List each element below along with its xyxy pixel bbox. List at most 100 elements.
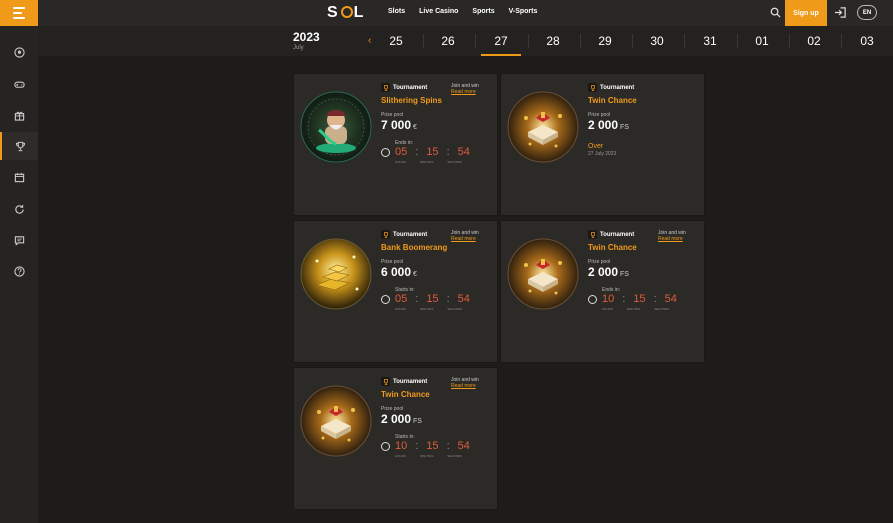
- tournament-image[interactable]: [299, 384, 373, 458]
- calendar-icon: [14, 172, 24, 182]
- date-separator: [423, 34, 424, 48]
- nav-slots[interactable]: Slots: [388, 8, 405, 15]
- menu-button[interactable]: [0, 0, 38, 26]
- date-item[interactable]: 25: [375, 34, 417, 48]
- trophy-icon: [15, 141, 25, 151]
- tournament-card[interactable]: Tournament Join and win Read more Slithe…: [293, 73, 498, 216]
- tournament-image[interactable]: [299, 237, 373, 311]
- search-icon[interactable]: [770, 7, 781, 18]
- timer-colon: :: [653, 293, 657, 305]
- prize-currency: FS: [620, 124, 629, 131]
- prize-pool-value: 2 000 FS: [588, 118, 629, 132]
- date-separator: [632, 34, 633, 48]
- timer-minutes: 15: [633, 293, 646, 305]
- tournament-image[interactable]: [506, 90, 580, 164]
- logo[interactable]: SL: [327, 4, 365, 22]
- date-item[interactable]: 03: [846, 34, 888, 48]
- sidebar-item-history[interactable]: [0, 195, 38, 223]
- tournament-card[interactable]: Tournament Join and win Read more Bank B…: [293, 220, 498, 363]
- gamepad-icon: [13, 81, 25, 88]
- tournament-name[interactable]: Twin Chance: [588, 96, 637, 105]
- sidebar-item-tournaments[interactable]: [0, 132, 38, 160]
- prize-currency: €: [413, 271, 417, 278]
- nav-live-casino[interactable]: Live Casino: [419, 8, 458, 15]
- sidebar-item-games[interactable]: [0, 70, 38, 98]
- sign-up-button[interactable]: Sign up: [785, 0, 827, 26]
- prize-amount: 6 000: [381, 265, 412, 279]
- month-label: July: [293, 45, 304, 51]
- clock-icon: [381, 442, 390, 451]
- sidebar-item-sports[interactable]: [0, 38, 38, 66]
- prize-pool-value: 2 000 FS: [381, 412, 422, 426]
- date-item[interactable]: 28: [532, 34, 574, 48]
- timer-units: HOURS MINUTES SECONDS: [395, 160, 462, 164]
- date-item[interactable]: 01: [741, 34, 783, 48]
- tournament-badge: Tournament: [588, 83, 634, 92]
- sidebar-item-calendar[interactable]: [0, 163, 38, 191]
- nav-v-sports[interactable]: V-Sports: [509, 8, 538, 15]
- badge-label: Tournament: [600, 231, 635, 238]
- tournament-name[interactable]: Bank Boomerang: [381, 243, 447, 252]
- date-item[interactable]: 27: [480, 34, 522, 56]
- clock-icon: [588, 295, 597, 304]
- timer-values: 05: 15: 54: [395, 146, 470, 158]
- join-info: Join and win Read more: [658, 230, 686, 242]
- sidebar-item-promotions[interactable]: [0, 101, 38, 129]
- timer-colon: :: [446, 146, 450, 158]
- read-more-link[interactable]: Read more: [658, 236, 686, 242]
- date-item[interactable]: 31: [689, 34, 731, 48]
- timer-seconds: 54: [457, 293, 470, 305]
- prize-currency: FS: [413, 418, 422, 425]
- timer-values: 05: 15: 54: [395, 293, 470, 305]
- timer-hours: 05: [395, 293, 408, 305]
- date-item[interactable]: 26: [427, 34, 469, 48]
- badge-label: Tournament: [393, 378, 428, 385]
- sidebar: [0, 26, 38, 523]
- tournament-image[interactable]: [506, 237, 580, 311]
- trophy-icon: [588, 83, 597, 92]
- login-icon[interactable]: [834, 6, 847, 19]
- tournament-card[interactable]: Tournament Join and win Read more Twin C…: [500, 220, 705, 363]
- unit-seconds: SECONDS: [447, 454, 463, 458]
- trophy-icon: [381, 230, 390, 239]
- sidebar-item-chat[interactable]: [0, 226, 38, 254]
- clock-icon: [381, 295, 390, 304]
- top-bar: SL Slots Live Casino Sports V-Sports Sig…: [0, 0, 893, 26]
- read-more-link[interactable]: Read more: [451, 383, 479, 389]
- tournament-name[interactable]: Slithering Spins: [381, 96, 442, 105]
- tournament-card[interactable]: Tournament Join and win Read more Twin C…: [293, 367, 498, 510]
- main-nav: Slots Live Casino Sports V-Sports: [388, 8, 537, 15]
- timer-seconds: 54: [457, 146, 470, 158]
- logo-sun-icon: [340, 6, 353, 18]
- date-item[interactable]: 29: [584, 34, 626, 48]
- read-more-link[interactable]: Read more: [451, 236, 479, 242]
- date-item[interactable]: 02: [793, 34, 835, 48]
- scrollbar[interactable]: [887, 56, 893, 523]
- join-info: Join and win Read more: [451, 83, 479, 95]
- unit-minutes: MINUTES: [419, 454, 434, 458]
- timer-seconds: 54: [664, 293, 677, 305]
- date-item[interactable]: 30: [636, 34, 678, 48]
- timer-values: 10: 15: 54: [602, 293, 677, 305]
- nav-sports[interactable]: Sports: [472, 8, 494, 15]
- menu-icon-line: [13, 17, 25, 19]
- tournament-badge: Tournament: [588, 230, 634, 239]
- prize-currency: €: [413, 124, 417, 131]
- tournament-card[interactable]: Tournament Twin Chance Prize pool 2 000 F…: [500, 73, 705, 216]
- unit-hours: HOURS: [602, 307, 613, 311]
- timer-values: 10: 15: 54: [395, 440, 470, 452]
- unit-seconds: SECONDS: [447, 160, 463, 164]
- language-selector[interactable]: EN: [857, 5, 877, 20]
- gift-icon: [14, 111, 24, 121]
- tournament-name[interactable]: Twin Chance: [588, 243, 637, 252]
- sidebar-item-help[interactable]: [0, 257, 38, 285]
- tournament-name[interactable]: Twin Chance: [381, 390, 430, 399]
- read-more-link[interactable]: Read more: [451, 89, 479, 95]
- tournament-badge: Tournament: [381, 377, 427, 386]
- prize-pool-value: 7 000 €: [381, 118, 417, 132]
- unit-hours: HOURS: [395, 454, 406, 458]
- date-prev-arrow[interactable]: ‹: [368, 35, 371, 46]
- tournament-image[interactable]: [299, 90, 373, 164]
- unit-hours: HOURS: [395, 160, 406, 164]
- trophy-icon: [381, 377, 390, 386]
